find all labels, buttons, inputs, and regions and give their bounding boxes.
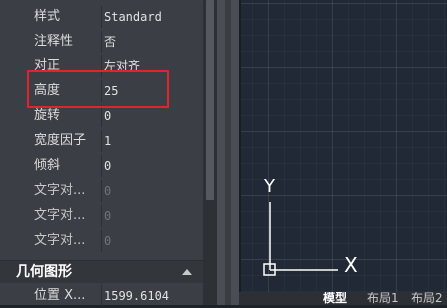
geometry-section-header[interactable]: 几何图形 [0, 260, 203, 283]
properties-scrollbar[interactable] [203, 0, 217, 305]
property-value: 0 [104, 209, 112, 223]
ucs-y-label: Y [263, 176, 276, 197]
property-value[interactable]: 否 [104, 30, 116, 54]
property-row-annotative[interactable]: 注释性 否 [0, 30, 203, 54]
tab-layout2[interactable]: 布局2 [411, 292, 443, 305]
section-title: 几何图形 [16, 264, 72, 280]
tab-layout1[interactable]: 布局1 [367, 292, 399, 305]
property-label: 样式 [34, 9, 61, 24]
property-label: 文字对... [34, 233, 86, 248]
ucs-icon: Y X [263, 176, 358, 277]
drawing-canvas[interactable]: Y X [239, 0, 447, 305]
highlight-box [27, 70, 169, 108]
layout-tabs-bar: 模型 布局1 布局2 [239, 292, 447, 305]
property-row-oblique[interactable]: 倾斜 0 [0, 154, 203, 178]
property-row-text-align-2[interactable]: 文字对... 0 [0, 204, 203, 228]
tab-model[interactable]: 模型 [323, 292, 347, 305]
panel-divider[interactable] [217, 0, 239, 305]
property-row-text-align-1[interactable]: 文字对... 0 [0, 179, 203, 203]
scrollbar-thumb[interactable] [206, 0, 214, 200]
properties-panel: 样式 Standard 注释性 否 对正 左对齐 高度 25 旋转 0 宽度因子… [0, 0, 203, 308]
property-value: 0 [104, 234, 112, 248]
property-value[interactable]: 1 [104, 129, 111, 153]
property-row-width-factor[interactable]: 宽度因子 1 [0, 129, 203, 153]
property-row-text-align-3[interactable]: 文字对... 0 [0, 229, 203, 253]
property-row-position-x[interactable]: 位置 X... 1599.6104 [0, 284, 203, 308]
property-value[interactable]: 1599.6104 [104, 284, 169, 308]
collapse-arrow-icon[interactable] [182, 269, 192, 275]
property-label: 位置 X... [34, 288, 86, 303]
property-label: 文字对... [34, 183, 86, 198]
property-value[interactable]: 0 [104, 154, 111, 178]
property-label: 倾斜 [34, 158, 61, 173]
property-row-style[interactable]: 样式 Standard [0, 5, 203, 29]
property-value: 0 [104, 184, 112, 198]
property-label: 文字对... [34, 208, 86, 223]
property-label: 宽度因子 [34, 133, 87, 148]
property-value[interactable]: Standard [104, 5, 162, 29]
property-label: 注释性 [34, 34, 74, 49]
ucs-x-label: X [344, 253, 358, 277]
